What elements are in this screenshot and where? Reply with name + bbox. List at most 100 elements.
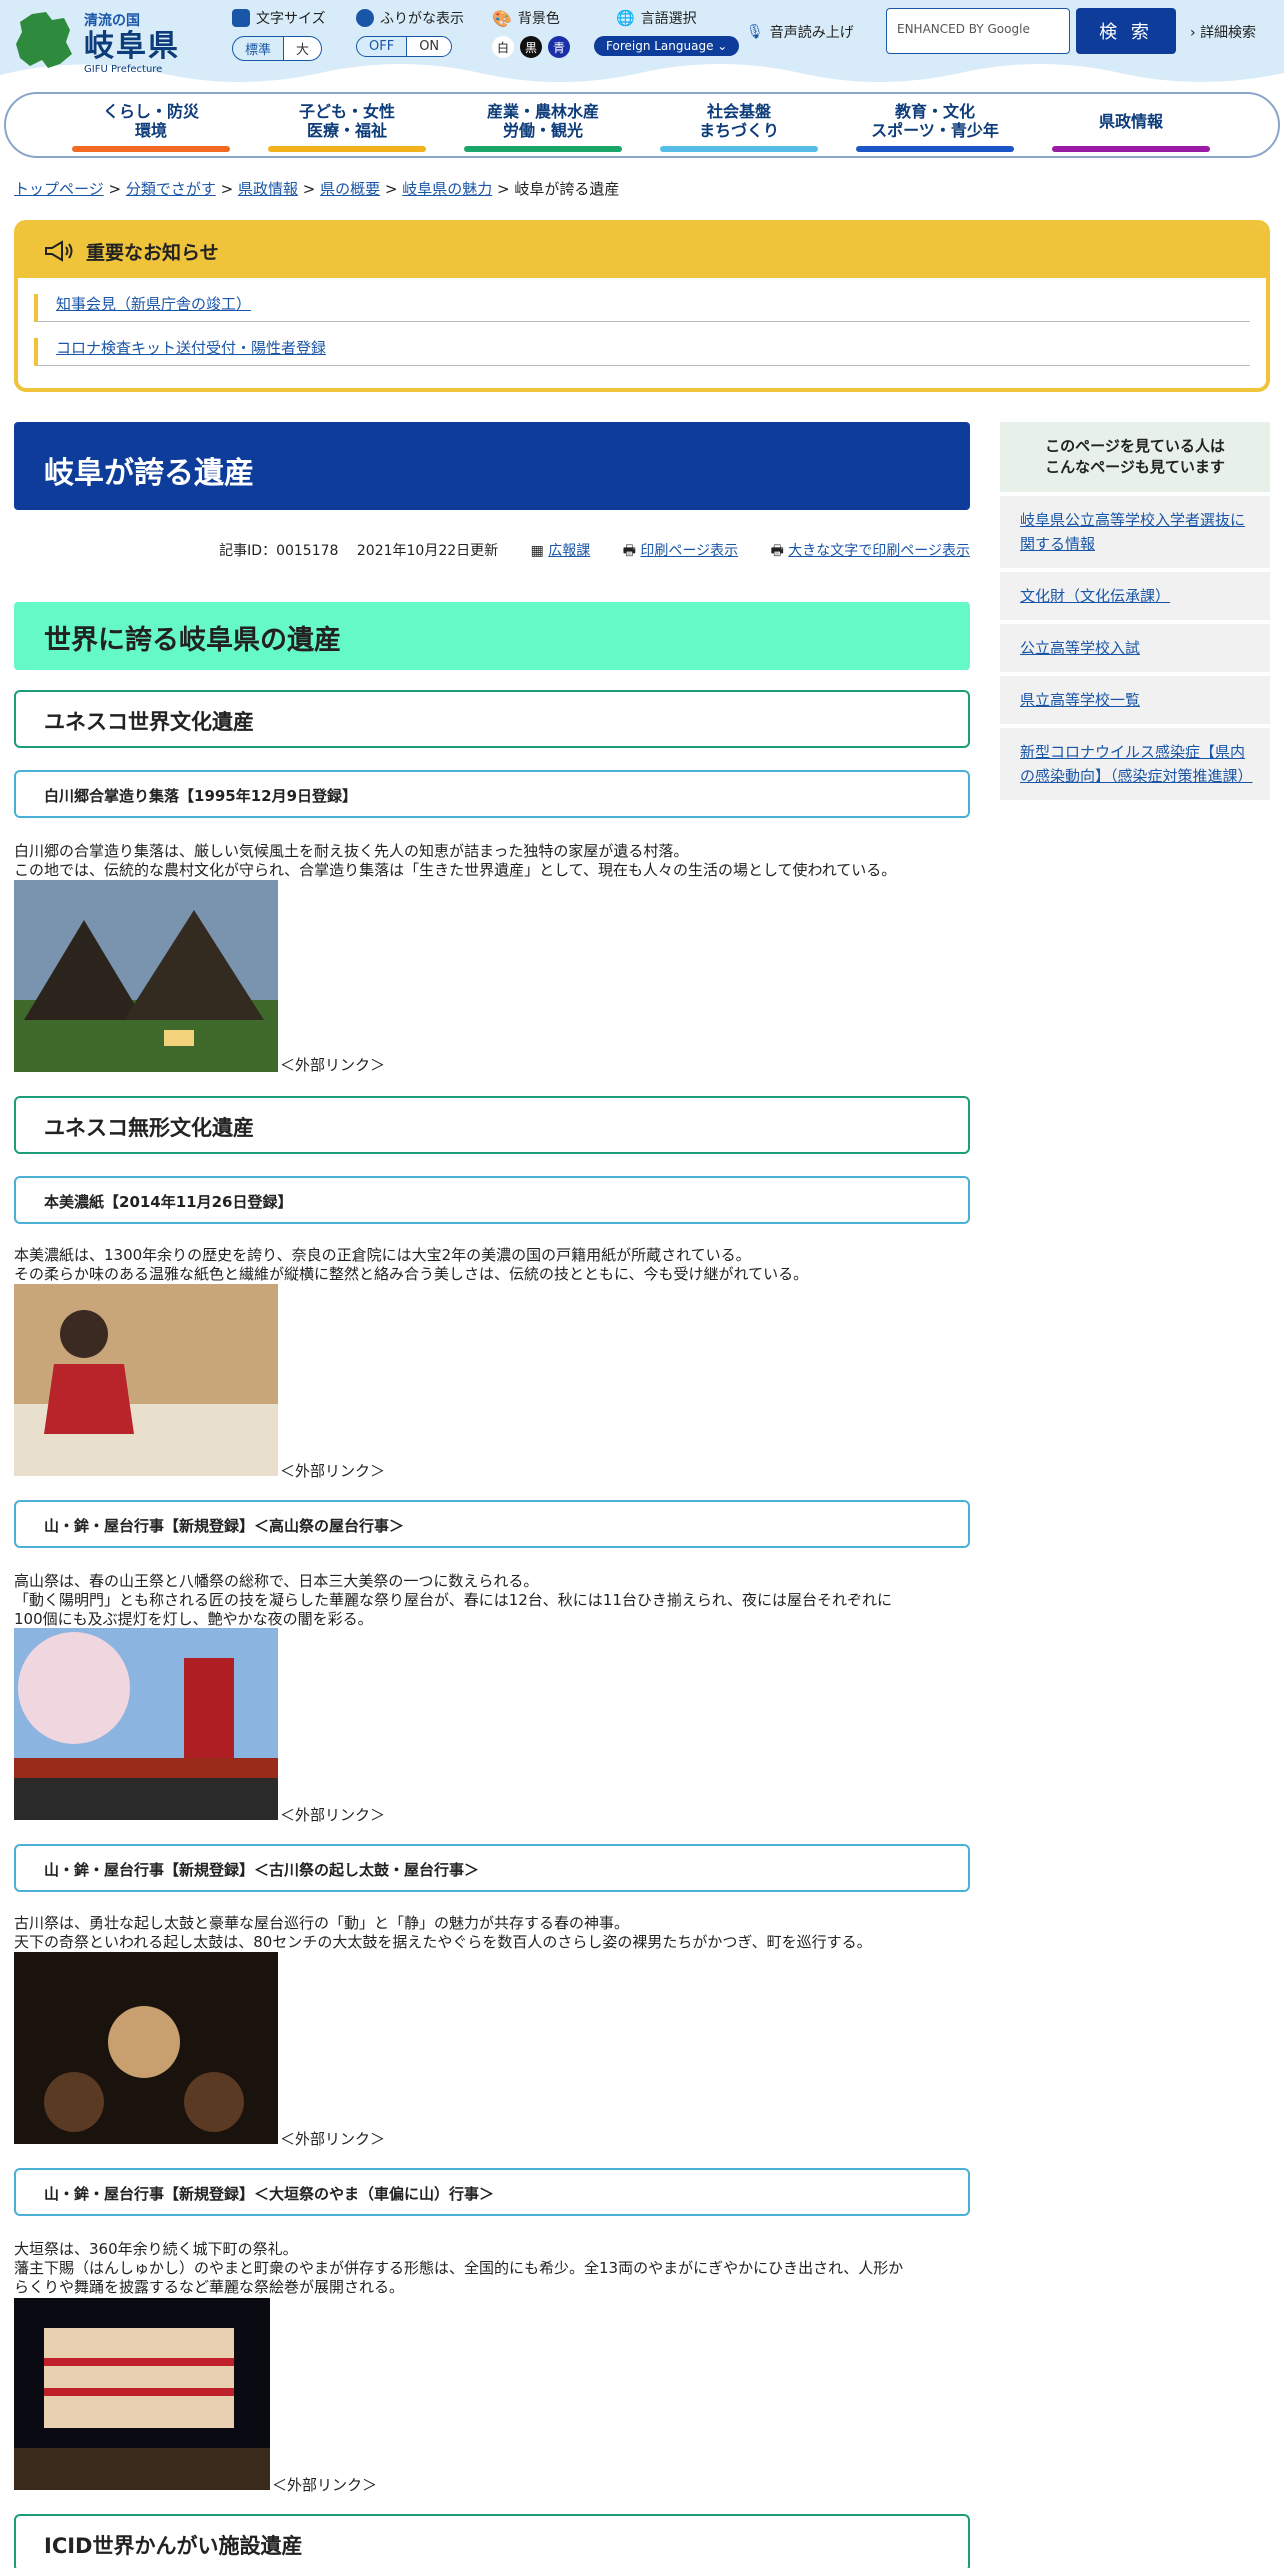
language-label: 言語選択 bbox=[640, 11, 697, 27]
header-wave-decoration bbox=[0, 64, 1284, 92]
speech-label: 音声読み上げ bbox=[769, 25, 854, 41]
nav-label-line1: 教育・文化 bbox=[894, 102, 975, 121]
breadcrumb: トップページ > 分類でさがす > 県政情報 > 県の概要 > 岐阜県の魅力 >… bbox=[14, 180, 620, 198]
bg-white-button[interactable]: 白 bbox=[492, 36, 514, 58]
bg-blue-button[interactable]: 青 bbox=[548, 36, 570, 58]
font-size-large-button[interactable]: 大 bbox=[283, 36, 323, 61]
font-size-icon bbox=[232, 9, 250, 27]
nav-color-bar bbox=[660, 146, 818, 152]
nav-color-bar bbox=[268, 146, 426, 152]
furigana-off-button[interactable]: OFF bbox=[356, 36, 408, 57]
external-link[interactable]: ＜外部リンク＞ bbox=[280, 1460, 385, 1481]
item-heading: 白川郷合掌造り集落【1995年12月9日登録】 bbox=[14, 770, 970, 818]
description-line: 大垣祭は、360年余り続く城下町の祭礼。 bbox=[14, 2240, 298, 2258]
sidebar-link[interactable]: 県立高等学校一覧 bbox=[1020, 691, 1140, 709]
font-size-standard-button[interactable]: 標準 bbox=[232, 36, 285, 61]
item-heading: 本美濃紙【2014年11月26日登録】 bbox=[14, 1176, 970, 1224]
description-line: その柔らか味のある温雅な紙色と繊維が縦横に整然と絡み合う美しさは、伝統の技ととも… bbox=[14, 1265, 809, 1283]
search-button[interactable]: 検 索 bbox=[1076, 8, 1176, 54]
nav-label-line2: 医療・福祉 bbox=[306, 121, 387, 140]
nav-item-industry[interactable]: 産業・農林水産 労働・観光 bbox=[464, 102, 622, 152]
furigana-on-button[interactable]: ON bbox=[406, 36, 453, 57]
sidebar-link[interactable]: 文化財（文化伝承課） bbox=[1020, 587, 1170, 605]
nav-item-government[interactable]: 県政情報 bbox=[1052, 102, 1210, 152]
external-link[interactable]: ＜外部リンク＞ bbox=[280, 1804, 385, 1825]
article-updated: 2021年10月22日更新 bbox=[356, 543, 499, 559]
nav-item-infrastructure[interactable]: 社会基盤 まちづくり bbox=[660, 102, 818, 152]
background-color-tool: 🎨 背景色 白 黒 青 bbox=[492, 8, 570, 58]
sidebar-item: 文化財（文化伝承課） bbox=[1000, 572, 1270, 620]
search-input[interactable]: ENHANCED BY Google bbox=[886, 8, 1070, 54]
subsection-heading: ユネスコ無形文化遺産 bbox=[14, 1096, 970, 1154]
breadcrumb-link[interactable]: 県の概要 bbox=[320, 180, 380, 198]
site-logo[interactable]: 清流の国 岐阜県 GIFU Prefecture bbox=[12, 10, 180, 75]
furigana-icon bbox=[356, 9, 374, 27]
grid-icon: ▦ bbox=[530, 543, 544, 559]
print-link[interactable]: 印刷ページ表示 bbox=[640, 543, 738, 559]
advanced-search-link[interactable]: › 詳細検索 bbox=[1190, 22, 1256, 42]
breadcrumb-link[interactable]: トップページ bbox=[14, 180, 104, 198]
sidebar-heading: このページを見ている人は こんなページも見ています bbox=[1000, 422, 1270, 492]
nav-color-bar bbox=[464, 146, 622, 152]
chevron-right-icon: › bbox=[1190, 25, 1196, 41]
department-link[interactable]: 広報課 bbox=[548, 543, 590, 559]
sidebar-heading-line: こんなページも見ています bbox=[1045, 458, 1225, 476]
breadcrumb-current: 岐阜が誇る遺産 bbox=[514, 180, 620, 198]
speech-tool[interactable]: 🎙 音声読み上げ bbox=[746, 22, 854, 42]
description-line: この地では、伝統的な農村文化が守られ、合掌造り集落は「生きた世界遺産」として、現… bbox=[14, 861, 897, 879]
print-large-link[interactable]: 大きな文字で印刷ページ表示 bbox=[788, 543, 970, 559]
nav-label-line1: 産業・農林水産 bbox=[486, 102, 599, 121]
logo-subtitle: 清流の国 bbox=[84, 13, 140, 29]
foreign-language-button[interactable]: Foreign Language ⌄ bbox=[594, 36, 740, 56]
palette-icon: 🎨 bbox=[492, 8, 512, 28]
nav-label-line2: 労働・観光 bbox=[502, 121, 583, 140]
description-line: 100個にも及ぶ提灯を灯し、艶やかな夜の闇を彩る。 bbox=[14, 1610, 373, 1628]
breadcrumb-link[interactable]: 分類でさがす bbox=[126, 180, 216, 198]
sidebar-link[interactable]: 岐阜県公立高等学校入学者選抜に関する情報 bbox=[1020, 511, 1245, 553]
nav-color-bar bbox=[1052, 146, 1210, 152]
language-tool: 🌐 言語選択 Foreign Language ⌄ bbox=[594, 8, 740, 56]
article-id: 記事ID：0015178 bbox=[219, 543, 339, 559]
breadcrumb-link[interactable]: 岐阜県の魅力 bbox=[402, 180, 492, 198]
furukawa-festival-photo bbox=[14, 1952, 278, 2144]
font-size-label: 文字サイズ bbox=[256, 11, 326, 27]
notice-title: 重要なお知らせ bbox=[86, 241, 219, 264]
global-nav: くらし・防災 環境 子ども・女性 医療・福祉 産業・農林水産 労働・観光 社会基盤 まち… bbox=[4, 92, 1280, 158]
description-line: 高山祭は、春の山王祭と八幡祭の総称で、日本三大美祭の一つに数えられる。 bbox=[14, 1572, 539, 1590]
sidebar-link[interactable]: 新型コロナウイルス感染症【県内の感染動向】（感染症対策推進課） bbox=[1020, 743, 1253, 785]
external-link[interactable]: ＜外部リンク＞ bbox=[280, 2128, 385, 2149]
sidebar-link[interactable]: 公立高等学校入試 bbox=[1020, 639, 1140, 657]
nav-color-bar bbox=[856, 146, 1014, 152]
article-meta: 記事ID：0015178 2021年10月22日更新 ▦ 広報課 🖶 印刷ページ… bbox=[14, 540, 970, 564]
sidebar-item: 岐阜県公立高等学校入学者選抜に関する情報 bbox=[1000, 496, 1270, 568]
nav-label-line1: 県政情報 bbox=[1098, 112, 1163, 131]
external-link[interactable]: ＜外部リンク＞ bbox=[272, 2474, 377, 2495]
bg-black-button[interactable]: 黒 bbox=[520, 36, 542, 58]
nav-label-line2: まちづくり bbox=[698, 121, 779, 140]
foreign-language-label: Foreign Language bbox=[606, 39, 714, 53]
mino-washi-photo bbox=[14, 1284, 278, 1476]
subsection-heading: ICID世界かんがい施設遺産 bbox=[14, 2514, 970, 2568]
nav-item-living[interactable]: くらし・防災 環境 bbox=[72, 102, 230, 152]
item-heading: 山・鉾・屋台行事【新規登録】＜古川祭の起し太鼓・屋台行事＞ bbox=[14, 1844, 970, 1892]
external-link[interactable]: ＜外部リンク＞ bbox=[280, 1054, 385, 1075]
notice-item: 知事会見（新県庁舎の竣工） bbox=[34, 294, 1250, 322]
description-line: 藩主下賜（はんしゅかし）のやまと町衆のやまが併存する形態は、全国的にも希少。全1… bbox=[14, 2259, 904, 2277]
description-line: 白川郷の合掌造り集落は、厳しい気候風土を耐え抜く先人の知恵が詰まった独特の家屋が… bbox=[14, 842, 689, 860]
section-heading: 世界に誇る岐阜県の遺産 bbox=[14, 602, 970, 670]
printer-icon: 🖶 bbox=[770, 543, 784, 559]
notice-link[interactable]: コロナ検査キット送付受付・陽性者登録 bbox=[56, 339, 326, 357]
nav-item-children[interactable]: 子ども・女性 医療・福祉 bbox=[268, 102, 426, 152]
description-line: 古川祭は、勇壮な起し太鼓と豪華な屋台巡行の「動」と「静」の魅力が共存する春の神事… bbox=[14, 1914, 630, 1932]
nav-label-line2: スポーツ・青少年 bbox=[871, 121, 999, 140]
item-description: 白川郷の合掌造り集落は、厳しい気候風土を耐え抜く先人の知恵が詰まった独特の家屋が… bbox=[14, 842, 974, 880]
megaphone-icon bbox=[45, 240, 73, 262]
nav-label-line1: くらし・防災 bbox=[102, 102, 199, 121]
notice-link[interactable]: 知事会見（新県庁舎の竣工） bbox=[56, 295, 251, 313]
logo-title: 岐阜県 bbox=[84, 29, 180, 64]
nav-color-bar bbox=[72, 146, 230, 152]
breadcrumb-link[interactable]: 県政情報 bbox=[238, 180, 298, 198]
font-size-tool: 文字サイズ 標準 大 bbox=[232, 8, 326, 61]
item-heading: 山・鉾・屋台行事【新規登録】＜高山祭の屋台行事＞ bbox=[14, 1500, 970, 1548]
nav-item-education[interactable]: 教育・文化 スポーツ・青少年 bbox=[856, 102, 1014, 152]
